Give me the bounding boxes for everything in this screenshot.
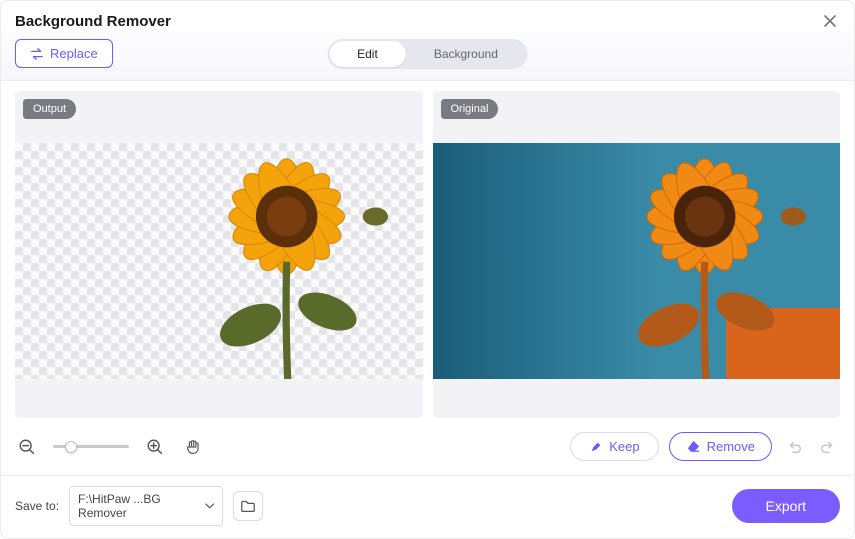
save-path-dropdown[interactable]: F:\HitPaw ...BG Remover [69, 486, 223, 526]
undo-icon [785, 438, 803, 456]
zoom-in-button[interactable] [143, 435, 167, 459]
keep-label: Keep [609, 439, 639, 454]
footer-bar: Save to: F:\HitPaw ...BG Remover Export [1, 475, 854, 538]
original-panel: Original [433, 91, 841, 418]
page-title: Background Remover [15, 13, 171, 30]
output-badge: Output [23, 99, 76, 119]
zoom-slider[interactable] [53, 445, 129, 448]
original-canvas[interactable] [433, 143, 841, 379]
remove-label: Remove [707, 439, 755, 454]
zoom-out-button[interactable] [15, 435, 39, 459]
top-toolbar: Replace Edit Background [1, 31, 854, 81]
chevron-down-icon [205, 501, 214, 511]
canvas-controls: Keep Remove [1, 418, 854, 475]
output-panel: Output [15, 91, 423, 418]
output-canvas[interactable] [15, 143, 423, 379]
zoom-slider-knob[interactable] [65, 441, 77, 453]
undo-button[interactable] [782, 435, 806, 459]
zoom-in-icon [146, 438, 164, 456]
saveto-label: Save to: [15, 499, 59, 513]
sunflower-graphic [129, 143, 422, 379]
replace-button[interactable]: Replace [15, 39, 113, 68]
swap-icon [30, 47, 44, 61]
close-icon [822, 13, 838, 29]
save-path-value: F:\HitPaw ...BG Remover [78, 492, 205, 520]
open-folder-button[interactable] [233, 491, 263, 521]
eraser-icon [686, 439, 701, 454]
export-button[interactable]: Export [732, 489, 840, 523]
tab-background[interactable]: Background [406, 41, 526, 67]
hand-icon [184, 438, 202, 456]
redo-button[interactable] [816, 435, 840, 459]
brush-icon [589, 440, 603, 454]
mode-segmented-control: Edit Background [327, 39, 528, 69]
replace-label: Replace [50, 46, 98, 61]
sunflower-graphic [547, 143, 840, 379]
keep-button[interactable]: Keep [570, 432, 658, 461]
comparison-panels: Output Original [1, 81, 854, 418]
redo-icon [819, 438, 837, 456]
original-badge: Original [441, 99, 499, 119]
remove-button[interactable]: Remove [669, 432, 772, 461]
zoom-out-icon [18, 438, 36, 456]
tab-edit[interactable]: Edit [329, 41, 406, 67]
folder-icon [240, 498, 256, 514]
close-button[interactable] [820, 11, 840, 31]
pan-button[interactable] [181, 435, 205, 459]
